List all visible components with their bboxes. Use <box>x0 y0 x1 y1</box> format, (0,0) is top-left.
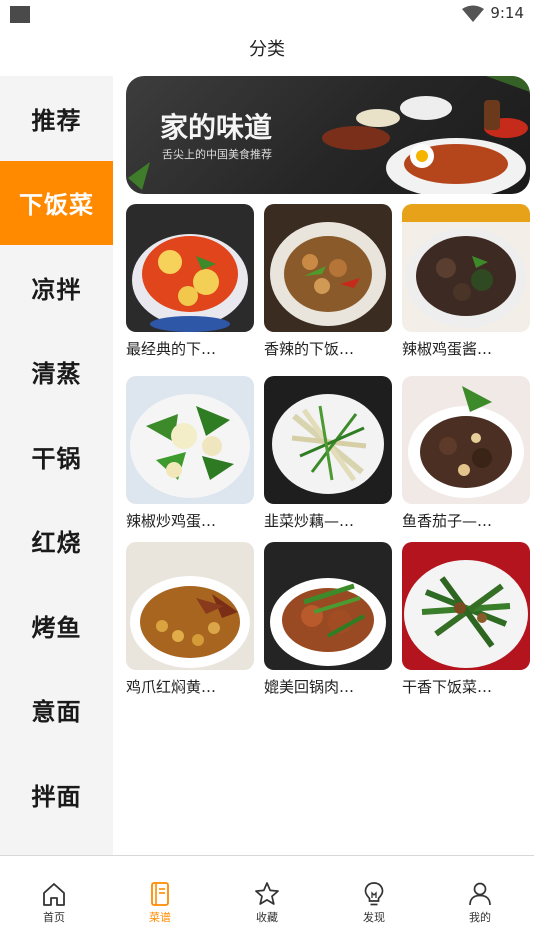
recipe-image <box>126 204 254 332</box>
recipe-image <box>264 542 392 670</box>
recipe-book-icon <box>151 882 169 906</box>
recipe-image <box>264 204 392 332</box>
recipe-card[interactable]: 韭菜炒藕—… <box>264 376 392 531</box>
status-time: 9:14 <box>490 4 524 22</box>
recipe-title: 韭菜炒藕—… <box>264 512 355 530</box>
recipe-image <box>264 376 392 504</box>
recipe-title: 香辣的下饭… <box>264 340 355 358</box>
recipe-image <box>402 542 530 670</box>
recipe-image <box>402 204 530 332</box>
recipe-card[interactable]: 鱼香茄子—… <box>402 376 530 531</box>
nav-home[interactable]: 首页 <box>24 880 84 925</box>
nav-profile[interactable]: 我的 <box>450 880 510 925</box>
recipe-card[interactable]: 媲美回锅肉… <box>264 542 392 697</box>
recipe-image <box>402 376 530 504</box>
notification-icon <box>10 6 30 23</box>
sidebar-item-grilled-fish[interactable]: 烤鱼 <box>0 583 113 668</box>
nav-label: 发现 <box>363 911 385 924</box>
recipe-title: 媲美回锅肉… <box>264 678 355 696</box>
sidebar-item-dry-pot[interactable]: 干锅 <box>0 414 113 499</box>
recipe-title: 最经典的下… <box>126 340 217 358</box>
lightbulb-icon <box>364 882 384 906</box>
nav-discover[interactable]: 发现 <box>344 880 404 925</box>
recipe-card[interactable]: 最经典的下… <box>126 204 254 359</box>
recipe-title: 辣椒炒鸡蛋… <box>126 512 217 530</box>
category-sidebar: 推荐 下饭菜 凉拌 清蒸 干锅 红烧 烤鱼 意面 拌面 <box>0 76 113 855</box>
content-area: 家的味道 舌尖上的中国美食推荐 最经典的下… 香辣的下饭… 辣椒鸡蛋酱… 辣椒炒… <box>113 76 534 855</box>
nav-label: 我的 <box>469 911 491 924</box>
recipe-image <box>126 376 254 504</box>
recipe-card[interactable]: 鸡爪红焖黄… <box>126 542 254 697</box>
sidebar-item-recommend[interactable]: 推荐 <box>0 76 113 161</box>
sidebar-item-mixed-noodles[interactable]: 拌面 <box>0 752 113 837</box>
recipe-card[interactable]: 辣椒鸡蛋酱… <box>402 204 530 359</box>
user-icon <box>469 882 491 906</box>
nav-favorites[interactable]: 收藏 <box>237 880 297 925</box>
bottom-nav: 首页 菜谱 收藏 发现 我的 <box>0 855 534 950</box>
nav-label: 收藏 <box>256 911 278 924</box>
recipe-image <box>126 542 254 670</box>
nav-label: 首页 <box>43 911 65 924</box>
nav-label: 菜谱 <box>149 911 171 924</box>
sidebar-item-rice-dishes[interactable]: 下饭菜 <box>0 160 113 245</box>
sidebar-item-cold-dishes[interactable]: 凉拌 <box>0 245 113 330</box>
wifi-icon <box>462 5 484 22</box>
sidebar-item-braised[interactable]: 红烧 <box>0 499 113 584</box>
status-bar: 9:14 <box>0 0 534 28</box>
banner-subtitle: 舌尖上的中国美食推荐 <box>162 148 272 161</box>
sidebar-item-pasta[interactable]: 意面 <box>0 668 113 753</box>
home-icon <box>43 883 65 906</box>
recipe-title: 鱼香茄子—… <box>402 512 493 530</box>
banner[interactable]: 家的味道 舌尖上的中国美食推荐 <box>126 76 530 194</box>
recipe-card[interactable]: 辣椒炒鸡蛋… <box>126 376 254 531</box>
star-icon <box>255 882 279 905</box>
page-title: 分类 <box>249 39 285 60</box>
recipe-card[interactable]: 香辣的下饭… <box>264 204 392 359</box>
recipe-title: 辣椒鸡蛋酱… <box>402 340 493 358</box>
nav-recipes[interactable]: 菜谱 <box>130 880 190 925</box>
recipe-title: 干香下饭菜… <box>402 678 493 696</box>
recipe-title: 鸡爪红焖黄… <box>126 678 217 696</box>
sidebar-item-steamed[interactable]: 清蒸 <box>0 330 113 415</box>
banner-title: 家的味道 <box>160 111 273 144</box>
recipe-card[interactable]: 干香下饭菜… <box>402 542 530 697</box>
